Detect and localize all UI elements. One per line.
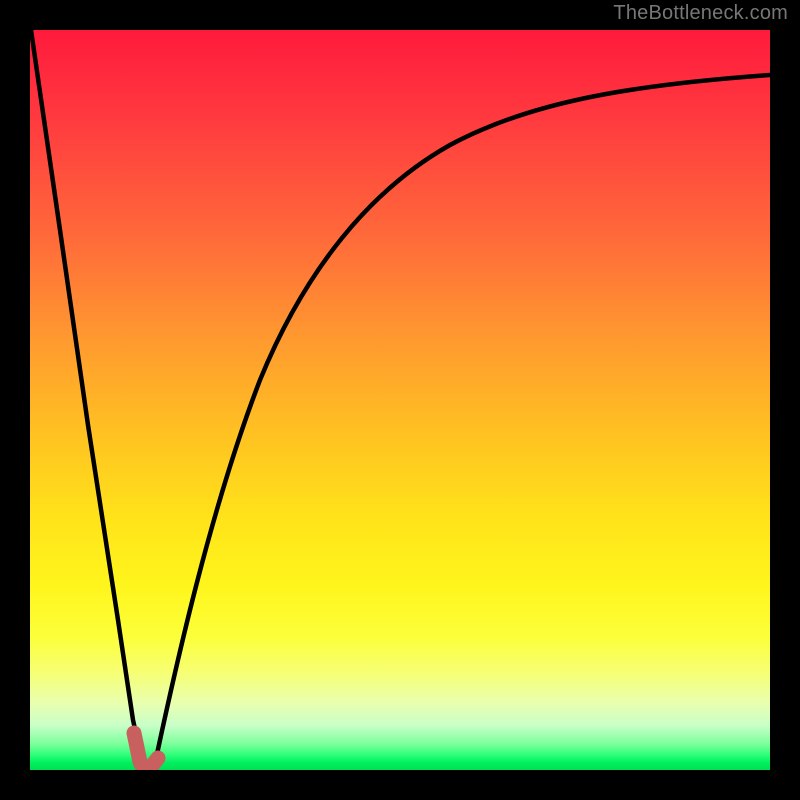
curve-left-branch [31, 30, 142, 761]
optimal-marker [134, 733, 158, 768]
chart-frame: TheBottleneck.com [0, 0, 800, 800]
plot-area [30, 30, 770, 770]
curve-right-branch [157, 75, 770, 754]
bottleneck-curve [30, 30, 770, 770]
watermark-text: TheBottleneck.com [613, 2, 788, 25]
